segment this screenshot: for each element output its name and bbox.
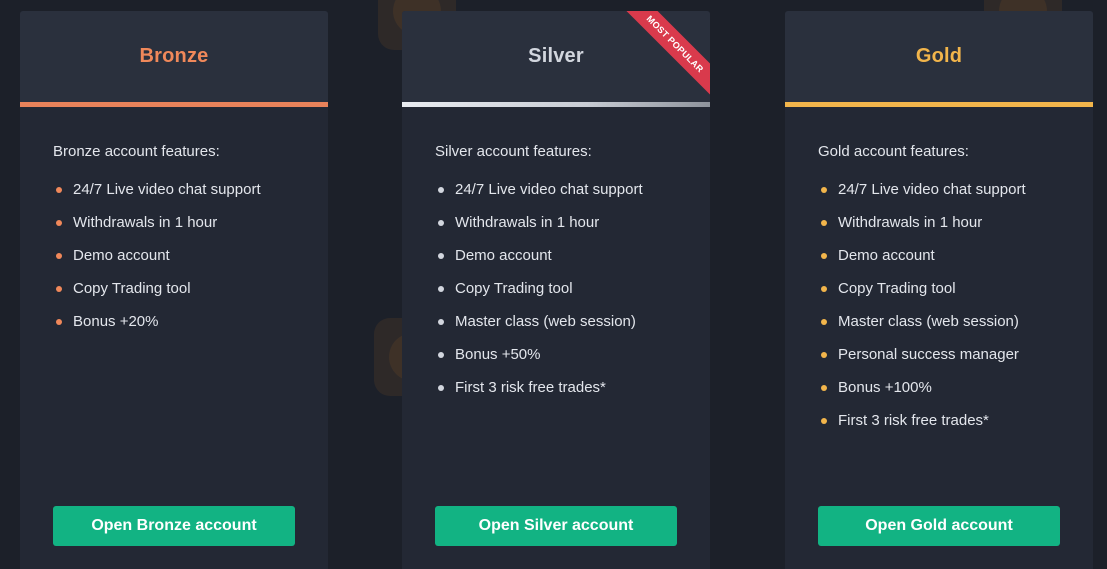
feature-label: First 3 risk free trades* [838,412,989,429]
bullet-icon [56,253,62,259]
feature-label: Demo account [73,247,170,264]
feature-label: 24/7 Live video chat support [838,181,1026,198]
feature-item: Demo account [435,243,643,276]
feature-label: Personal success manager [838,346,1019,363]
feature-label: Withdrawals in 1 hour [455,214,600,231]
feature-item: Withdrawals in 1 hour [53,210,261,243]
bullet-icon [56,220,62,226]
open-silver-account-button[interactable]: Open Silver account [435,506,677,546]
open-bronze-account-button[interactable]: Open Bronze account [53,506,295,546]
bullet-icon [821,352,827,358]
bullet-icon [438,220,444,226]
pricing-section: Bronze Bronze account features: 24/7 Liv… [0,0,1107,569]
feature-item: 24/7 Live video chat support [435,177,643,210]
bullet-icon [821,385,827,391]
feature-item: Copy Trading tool [435,276,643,309]
plan-title: Gold [915,45,963,67]
feature-label: Copy Trading tool [838,280,956,297]
bullet-icon [438,253,444,259]
plan-accent-bar [402,102,710,107]
plan-card-gold: Gold Gold account features: 24/7 Live vi… [785,11,1093,569]
bullet-icon [438,319,444,325]
features-heading: Bronze account features: [53,143,220,160]
feature-item: Master class (web session) [818,309,1026,342]
bullet-icon [56,187,62,193]
features-list: 24/7 Live video chat support Withdrawals… [435,177,643,408]
feature-item: Personal success manager [818,342,1026,375]
feature-item: 24/7 Live video chat support [818,177,1026,210]
bullet-icon [438,352,444,358]
bullet-icon [821,286,827,292]
bullet-icon [821,187,827,193]
feature-item: Copy Trading tool [53,276,261,309]
feature-label: Withdrawals in 1 hour [838,214,983,231]
feature-item: Withdrawals in 1 hour [818,210,1026,243]
feature-label: Bonus +50% [455,346,541,363]
feature-item: Bonus +50% [435,342,643,375]
features-heading: Gold account features: [818,143,969,160]
feature-label: 24/7 Live video chat support [455,181,643,198]
plan-accent-bar [20,102,328,107]
bullet-icon [821,319,827,325]
plan-card-header: Bronze [20,11,328,103]
feature-label: First 3 risk free trades* [455,379,606,396]
plan-card-silver: Silver MOST POPULAR Silver account featu… [402,11,710,569]
features-list: 24/7 Live video chat support Withdrawals… [53,177,261,342]
feature-label: Withdrawals in 1 hour [73,214,218,231]
feature-label: Master class (web session) [838,313,1019,330]
plan-title: Bronze [139,45,209,67]
plan-card-bronze: Bronze Bronze account features: 24/7 Liv… [20,11,328,569]
bullet-icon [821,418,827,424]
feature-label: 24/7 Live video chat support [73,181,261,198]
feature-item: First 3 risk free trades* [435,375,643,408]
feature-item: 24/7 Live video chat support [53,177,261,210]
feature-label: Bonus +100% [838,379,932,396]
bullet-icon [438,385,444,391]
bullet-icon [821,253,827,259]
bullet-icon [56,319,62,325]
bullet-icon [821,220,827,226]
bullet-icon [56,286,62,292]
feature-label: Master class (web session) [455,313,636,330]
feature-label: Copy Trading tool [455,280,573,297]
feature-item: Bonus +20% [53,309,261,342]
feature-item: Demo account [53,243,261,276]
feature-item: Withdrawals in 1 hour [435,210,643,243]
bullet-icon [438,187,444,193]
feature-label: Copy Trading tool [73,280,191,297]
feature-label: Bonus +20% [73,313,159,330]
feature-item: Demo account [818,243,1026,276]
feature-item: Bonus +100% [818,375,1026,408]
plan-card-header: Gold [785,11,1093,103]
feature-label: Demo account [455,247,552,264]
features-heading: Silver account features: [435,143,592,160]
bullet-icon [438,286,444,292]
plan-accent-bar [785,102,1093,107]
feature-label: Demo account [838,247,935,264]
feature-item: First 3 risk free trades* [818,408,1026,441]
feature-item: Master class (web session) [435,309,643,342]
open-gold-account-button[interactable]: Open Gold account [818,506,1060,546]
feature-item: Copy Trading tool [818,276,1026,309]
features-list: 24/7 Live video chat support Withdrawals… [818,177,1026,441]
